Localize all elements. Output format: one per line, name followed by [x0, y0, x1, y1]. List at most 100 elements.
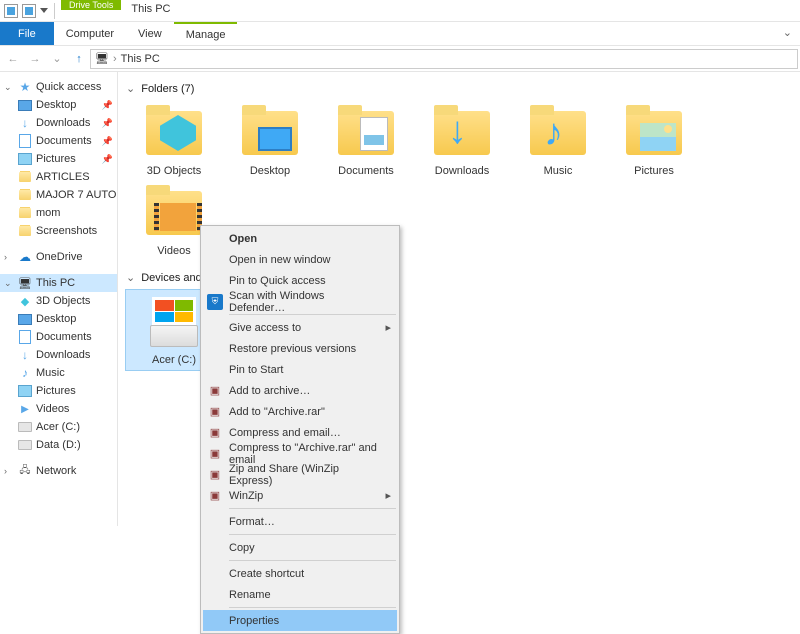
sidebar-item[interactable]: Documents📌 — [0, 132, 117, 150]
folder-icon: ♪ — [528, 105, 588, 161]
context-menu-item[interactable]: Create shortcut — [203, 563, 397, 584]
context-menu-item[interactable]: ▣Add to archive… — [203, 380, 397, 401]
sidebar-item-label: Screenshots — [36, 225, 97, 237]
nav-network[interactable]: › Network — [0, 462, 117, 480]
folder-icon — [18, 224, 32, 238]
sidebar-item[interactable]: Screenshots — [0, 222, 117, 240]
nav-onedrive[interactable]: › OneDrive — [0, 248, 117, 266]
context-menu-item[interactable]: Open in new window — [203, 249, 397, 270]
sidebar-item[interactable]: Documents — [0, 328, 117, 346]
archive-icon: ▣ — [207, 404, 223, 420]
nav-quick-access[interactable]: ⌄ Quick access — [0, 78, 117, 96]
chevron-down-icon[interactable]: ⌄ — [126, 82, 135, 95]
chevron-down-icon[interactable]: ⌄ — [126, 271, 135, 284]
doc-icon — [18, 134, 32, 148]
sidebar-item[interactable]: Pictures📌 — [0, 150, 117, 168]
sidebar-item[interactable]: Desktop — [0, 310, 117, 328]
context-menu-item[interactable]: Open — [203, 228, 397, 249]
chevron-right-icon[interactable]: › — [4, 466, 14, 476]
sidebar-item[interactable]: Acer (C:) — [0, 418, 117, 436]
folder-label: 3D Objects — [147, 165, 201, 177]
folder-tile[interactable]: Pictures — [606, 101, 702, 181]
download-icon — [18, 116, 32, 130]
context-menu-item[interactable]: ▣Add to "Archive.rar" — [203, 401, 397, 422]
ribbon-expand-icon[interactable]: ⌄ — [775, 22, 800, 45]
context-menu-item[interactable]: ▣Compress to "Archive.rar" and email — [203, 443, 397, 464]
chevron-down-icon[interactable]: ⌄ — [4, 82, 14, 93]
context-menu-item[interactable]: Rename — [203, 584, 397, 605]
sidebar-item[interactable]: Music — [0, 364, 117, 382]
folder-label: Pictures — [634, 165, 674, 177]
sidebar-item-label: Pictures — [36, 153, 76, 165]
doc-icon — [18, 330, 32, 344]
this-pc-icon — [18, 276, 32, 290]
sidebar-item-label: 3D Objects — [36, 295, 90, 307]
tab-computer[interactable]: Computer — [54, 22, 126, 45]
context-menu-item[interactable]: ▣WinZip▸ — [203, 485, 397, 506]
sidebar-item-label: mom — [36, 207, 60, 219]
address-root-icon — [95, 52, 109, 66]
sidebar-item[interactable]: 3D Objects — [0, 292, 117, 310]
nav-recent-icon[interactable]: ⌄ — [46, 48, 68, 70]
sidebar-item[interactable]: Downloads — [0, 346, 117, 364]
pic-icon — [18, 384, 32, 398]
context-menu-item[interactable]: ▣Zip and Share (WinZip Express) — [203, 464, 397, 485]
context-menu-item[interactable]: Give access to▸ — [203, 317, 397, 338]
sidebar-item[interactable]: ARTICLES — [0, 168, 117, 186]
nav-label: OneDrive — [36, 251, 82, 263]
nav-back-icon[interactable]: ← — [2, 48, 24, 70]
sidebar-item[interactable]: Data (D:) — [0, 436, 117, 454]
context-menu-item[interactable]: ⛨Scan with Windows Defender… — [203, 291, 397, 312]
context-menu-label: Compress and email… — [229, 427, 341, 439]
music-icon — [18, 366, 32, 380]
nav-label: Quick access — [36, 81, 101, 93]
context-menu-item[interactable]: Pin to Quick access — [203, 270, 397, 291]
folder-tile[interactable]: ↓Downloads — [414, 101, 510, 181]
context-menu-item[interactable]: Copy — [203, 537, 397, 558]
folder-label: Downloads — [435, 165, 489, 177]
folder-label: Music — [544, 165, 573, 177]
context-menu-item[interactable]: Pin to Start — [203, 359, 397, 380]
address-field[interactable]: › This PC — [90, 49, 798, 69]
sidebar-item[interactable]: MAJOR 7 AUTOMATI — [0, 186, 117, 204]
nav-this-pc[interactable]: ⌄ This PC — [0, 274, 117, 292]
chevron-down-icon[interactable]: ⌄ — [4, 278, 14, 289]
sidebar-item-label: Data (D:) — [36, 439, 81, 451]
chevron-right-icon[interactable]: › — [4, 252, 14, 262]
context-menu-item[interactable]: Format… — [203, 511, 397, 532]
sidebar-item[interactable]: Videos — [0, 400, 117, 418]
sidebar-item[interactable]: mom — [0, 204, 117, 222]
tab-manage[interactable]: Manage — [174, 22, 238, 45]
group-header-folders[interactable]: ⌄ Folders (7) — [126, 82, 796, 95]
qat-properties-icon[interactable] — [4, 4, 18, 18]
tab-file[interactable]: File — [0, 22, 54, 45]
context-menu-separator — [229, 534, 396, 535]
qat-dropdown-icon[interactable] — [40, 8, 48, 16]
context-menu-item[interactable]: Properties — [203, 610, 397, 631]
folder-tile[interactable]: Desktop — [222, 101, 318, 181]
qat-checkbox[interactable] — [22, 4, 36, 18]
folder-tile[interactable]: ♪ Music — [510, 101, 606, 181]
folder-tile[interactable]: Documents — [318, 101, 414, 181]
context-menu-item[interactable]: Restore previous versions — [203, 338, 397, 359]
sidebar-item[interactable]: Downloads📌 — [0, 114, 117, 132]
context-menu-label: Zip and Share (WinZip Express) — [229, 463, 379, 487]
group-label: Folders (7) — [141, 83, 194, 95]
context-menu-item[interactable]: ▣Compress and email… — [203, 422, 397, 443]
tab-view[interactable]: View — [126, 22, 174, 45]
nav-label: Network — [36, 465, 76, 477]
drive-icon — [18, 420, 32, 434]
nav-label: This PC — [36, 277, 75, 289]
sidebar-item[interactable]: Desktop📌 — [0, 96, 117, 114]
nav-up-icon[interactable]: ↑ — [68, 48, 90, 70]
sidebar-item[interactable]: Pictures — [0, 382, 117, 400]
title-bar: Drive Tools This PC — [0, 0, 800, 22]
main-split: ⌄ Quick access Desktop📌Downloads📌Documen… — [0, 72, 800, 526]
address-chevron-icon[interactable]: › — [113, 53, 117, 65]
pin-icon: 📌 — [102, 136, 113, 147]
sidebar-item-label: Downloads — [36, 349, 90, 361]
archive-icon: ▣ — [207, 446, 223, 462]
folder-tile[interactable]: 3D Objects — [126, 101, 222, 181]
address-segment[interactable]: This PC — [121, 53, 160, 65]
ribbon-tabs: File Computer View Manage ⌄ — [0, 22, 800, 46]
